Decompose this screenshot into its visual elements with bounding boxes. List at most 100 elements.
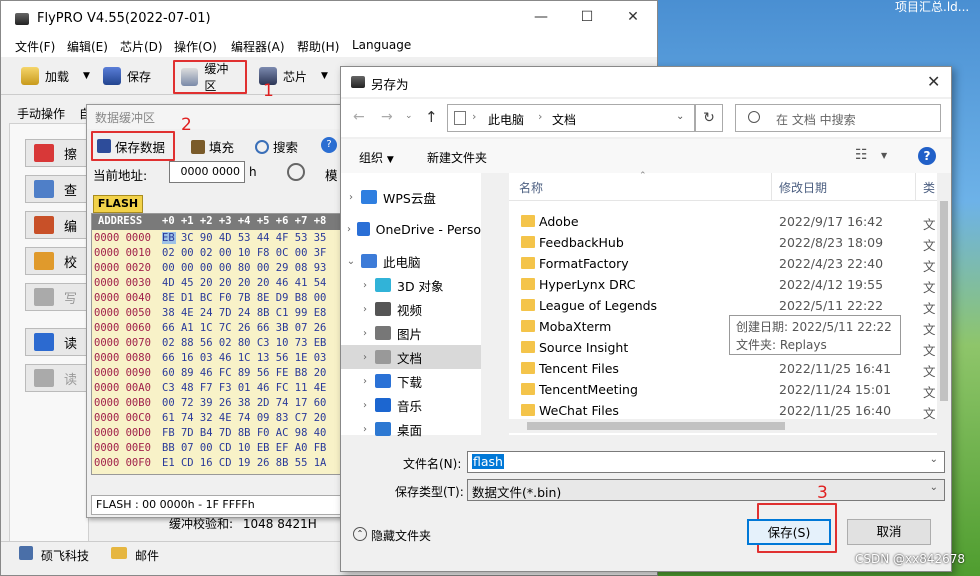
menu-chip[interactable]: 芯片(D) bbox=[120, 38, 163, 55]
hex-bytes[interactable]: 02 88 56 02 80 C3 10 73 EB bbox=[162, 337, 326, 349]
address-bar[interactable]: › 此电脑 › 文档 ⌄ bbox=[447, 104, 695, 132]
hex-bytes[interactable]: 00 72 39 26 38 2D 74 17 60 bbox=[162, 397, 326, 409]
breadcrumb-this-pc[interactable]: 此电脑 bbox=[488, 111, 524, 128]
load-button[interactable]: 加载 ▼ bbox=[15, 63, 96, 89]
refresh-button[interactable]: ↻ bbox=[695, 104, 723, 132]
close-icon[interactable]: ✕ bbox=[927, 72, 940, 91]
filename-input[interactable]: flash ⌄ bbox=[467, 451, 945, 473]
up-arrow-icon[interactable]: ↑ bbox=[425, 108, 438, 126]
menu-programmer[interactable]: 编程器(A) bbox=[231, 38, 285, 55]
save-data-button[interactable]: 保存数据 bbox=[91, 131, 175, 161]
nav-item[interactable]: › 视频 bbox=[341, 297, 481, 321]
search-button[interactable]: 搜索 bbox=[255, 137, 298, 156]
close-icon[interactable]: ✕ bbox=[623, 9, 643, 25]
hex-bytes[interactable]: 38 4E 24 7D 24 8B C1 99 E8 bbox=[162, 307, 326, 319]
nav-item[interactable]: › OneDrive - Perso bbox=[341, 217, 481, 241]
fill-button[interactable]: 填充 bbox=[191, 137, 234, 156]
maximize-icon[interactable]: ☐ bbox=[577, 9, 597, 25]
forward-arrow-icon[interactable]: → bbox=[381, 109, 393, 125]
nav-item[interactable]: ⌄ 此电脑 bbox=[341, 249, 481, 273]
chevron-down-icon[interactable]: ⌄ bbox=[341, 256, 361, 267]
hex-bytes[interactable]: 4D 45 20 20 20 20 46 41 54 bbox=[162, 277, 326, 289]
hex-bytes[interactable]: 02 00 02 00 10 F8 0C 00 3F bbox=[162, 247, 326, 259]
save-button[interactable]: 保存(S) bbox=[747, 519, 831, 545]
organize-menu[interactable]: 组织 ▼ bbox=[359, 149, 394, 166]
file-row[interactable]: Tencent Files 2022/11/25 16:41 文 bbox=[509, 358, 936, 379]
back-arrow-icon[interactable]: ← bbox=[353, 109, 365, 125]
hex-view[interactable]: ADDRESS +0 +1 +2 +3 +4 +5 +6 +7 +8 0000 … bbox=[91, 213, 345, 475]
chevron-down-icon[interactable]: ⌄ bbox=[676, 111, 684, 122]
mail-link[interactable]: 邮件 bbox=[135, 547, 159, 564]
desktop-item-label[interactable]: 项目汇总.ld... bbox=[895, 0, 969, 15]
help-icon[interactable]: ? bbox=[918, 147, 936, 165]
menu-language[interactable]: Language bbox=[352, 38, 411, 52]
scroll-thumb[interactable] bbox=[940, 201, 948, 401]
hex-bytes[interactable]: 66 A1 1C 7C 26 66 3B 07 26 bbox=[162, 322, 326, 334]
chevron-right-icon[interactable]: › bbox=[355, 400, 375, 411]
hex-bytes[interactable]: EB 3C 90 4D 53 44 4F 53 35 bbox=[162, 232, 327, 244]
chevron-right-icon[interactable]: › bbox=[355, 376, 375, 387]
file-row[interactable]: Adobe 2022/9/17 16:42 文 bbox=[509, 211, 936, 232]
address-input[interactable]: 0000 0000 bbox=[169, 161, 245, 183]
nav-item[interactable]: › 音乐 bbox=[341, 393, 481, 417]
hex-bytes[interactable]: C3 48 F7 F3 01 46 FC 11 4E bbox=[162, 382, 326, 394]
company-link[interactable]: 硕飞科技 bbox=[41, 547, 89, 564]
view-options-icon[interactable]: ☷ bbox=[855, 147, 868, 163]
file-list-horizontal-scrollbar[interactable] bbox=[509, 419, 937, 433]
column-date[interactable]: 修改日期 bbox=[779, 179, 827, 196]
chevron-right-icon[interactable]: › bbox=[355, 304, 375, 315]
menu-edit[interactable]: 编辑(E) bbox=[67, 38, 108, 55]
file-list-vertical-scrollbar[interactable] bbox=[937, 173, 951, 435]
file-row[interactable]: HyperLynx DRC 2022/4/12 19:55 文 bbox=[509, 274, 936, 295]
help-icon[interactable]: ? bbox=[321, 137, 337, 153]
nav-item[interactable]: › 图片 bbox=[341, 321, 481, 345]
hide-folders-toggle[interactable]: 隐藏文件夹 bbox=[371, 527, 431, 544]
save-button[interactable]: 保存 bbox=[97, 63, 157, 89]
hex-bytes[interactable]: BB 07 00 CD 10 EB EF A0 FB bbox=[162, 442, 326, 454]
chevron-right-icon[interactable]: › bbox=[355, 328, 375, 339]
nav-scrollbar[interactable] bbox=[481, 173, 493, 435]
chevron-down-icon[interactable]: ⌄ bbox=[930, 454, 938, 465]
nav-item[interactable]: › 文档 bbox=[341, 345, 481, 369]
filetype-select[interactable]: 数据文件(*.bin) ⌄ bbox=[467, 479, 945, 501]
history-icon[interactable] bbox=[287, 163, 305, 181]
menu-file[interactable]: 文件(F) bbox=[15, 38, 55, 55]
file-row[interactable]: FeedbackHub 2022/8/23 18:09 文 bbox=[509, 232, 936, 253]
hex-bytes[interactable]: 8E D1 BC F0 7B 8E D9 B8 00 bbox=[162, 292, 326, 304]
breadcrumb-documents[interactable]: 文档 bbox=[552, 111, 576, 128]
chevron-right-icon[interactable]: › bbox=[355, 352, 375, 363]
scroll-thumb[interactable] bbox=[527, 422, 785, 430]
tab-manual[interactable]: 手动操作 bbox=[17, 105, 65, 122]
file-list: 名称 ⌃ 修改日期 类 Adobe 2022/9/17 16:42 文 Feedbac… bbox=[509, 171, 937, 435]
column-name[interactable]: 名称 bbox=[519, 179, 543, 196]
hex-bytes[interactable]: FB 7D B4 7D 8B F0 AC 98 40 bbox=[162, 427, 326, 439]
nav-item[interactable]: › WPS云盘 bbox=[341, 185, 481, 209]
chevron-right-icon[interactable]: › bbox=[355, 280, 375, 291]
chevron-right-icon[interactable]: › bbox=[341, 192, 361, 203]
hex-bytes[interactable]: 66 16 03 46 1C 13 56 1E 03 bbox=[162, 352, 326, 364]
file-row[interactable]: League of Legends 2022/5/11 22:22 文 bbox=[509, 295, 936, 316]
search-input[interactable]: 在 文档 中搜索 bbox=[735, 104, 941, 132]
hex-bytes[interactable]: 60 89 46 FC 89 56 FE B8 20 bbox=[162, 367, 326, 379]
file-row[interactable]: FormatFactory 2022/4/23 22:40 文 bbox=[509, 253, 936, 274]
chevron-right-icon[interactable]: › bbox=[341, 224, 357, 235]
chevron-right-icon[interactable]: › bbox=[355, 424, 375, 435]
nav-item[interactable]: › 下载 bbox=[341, 369, 481, 393]
cancel-button[interactable]: 取消 bbox=[847, 519, 931, 545]
hex-bytes[interactable]: E1 CD 16 CD 19 26 8B 55 1A bbox=[162, 457, 326, 469]
buffer-button[interactable]: 缓冲区 bbox=[173, 60, 247, 94]
dropdown-arrow-icon[interactable]: ▼ bbox=[881, 151, 887, 160]
hex-bytes[interactable]: 00 00 00 00 80 00 29 08 93 bbox=[162, 262, 326, 274]
column-type[interactable]: 类 bbox=[923, 179, 935, 196]
file-row[interactable]: WeChat Files 2022/11/25 16:40 文 bbox=[509, 400, 936, 421]
file-row[interactable]: TencentMeeting 2022/11/24 15:01 文 bbox=[509, 379, 936, 400]
hex-bytes[interactable]: 61 74 32 4E 74 09 83 C7 20 bbox=[162, 412, 326, 424]
minimize-icon[interactable]: — bbox=[531, 9, 551, 25]
menu-operation[interactable]: 操作(O) bbox=[174, 38, 217, 55]
menu-help[interactable]: 帮助(H) bbox=[297, 38, 339, 55]
flash-tab[interactable]: FLASH bbox=[93, 195, 143, 213]
nav-item[interactable]: › 3D 对象 bbox=[341, 273, 481, 297]
new-folder-button[interactable]: 新建文件夹 bbox=[427, 149, 487, 166]
chevron-down-icon[interactable]: ⌄ bbox=[405, 111, 413, 121]
chevron-up-icon[interactable]: ⌃ bbox=[353, 527, 367, 541]
